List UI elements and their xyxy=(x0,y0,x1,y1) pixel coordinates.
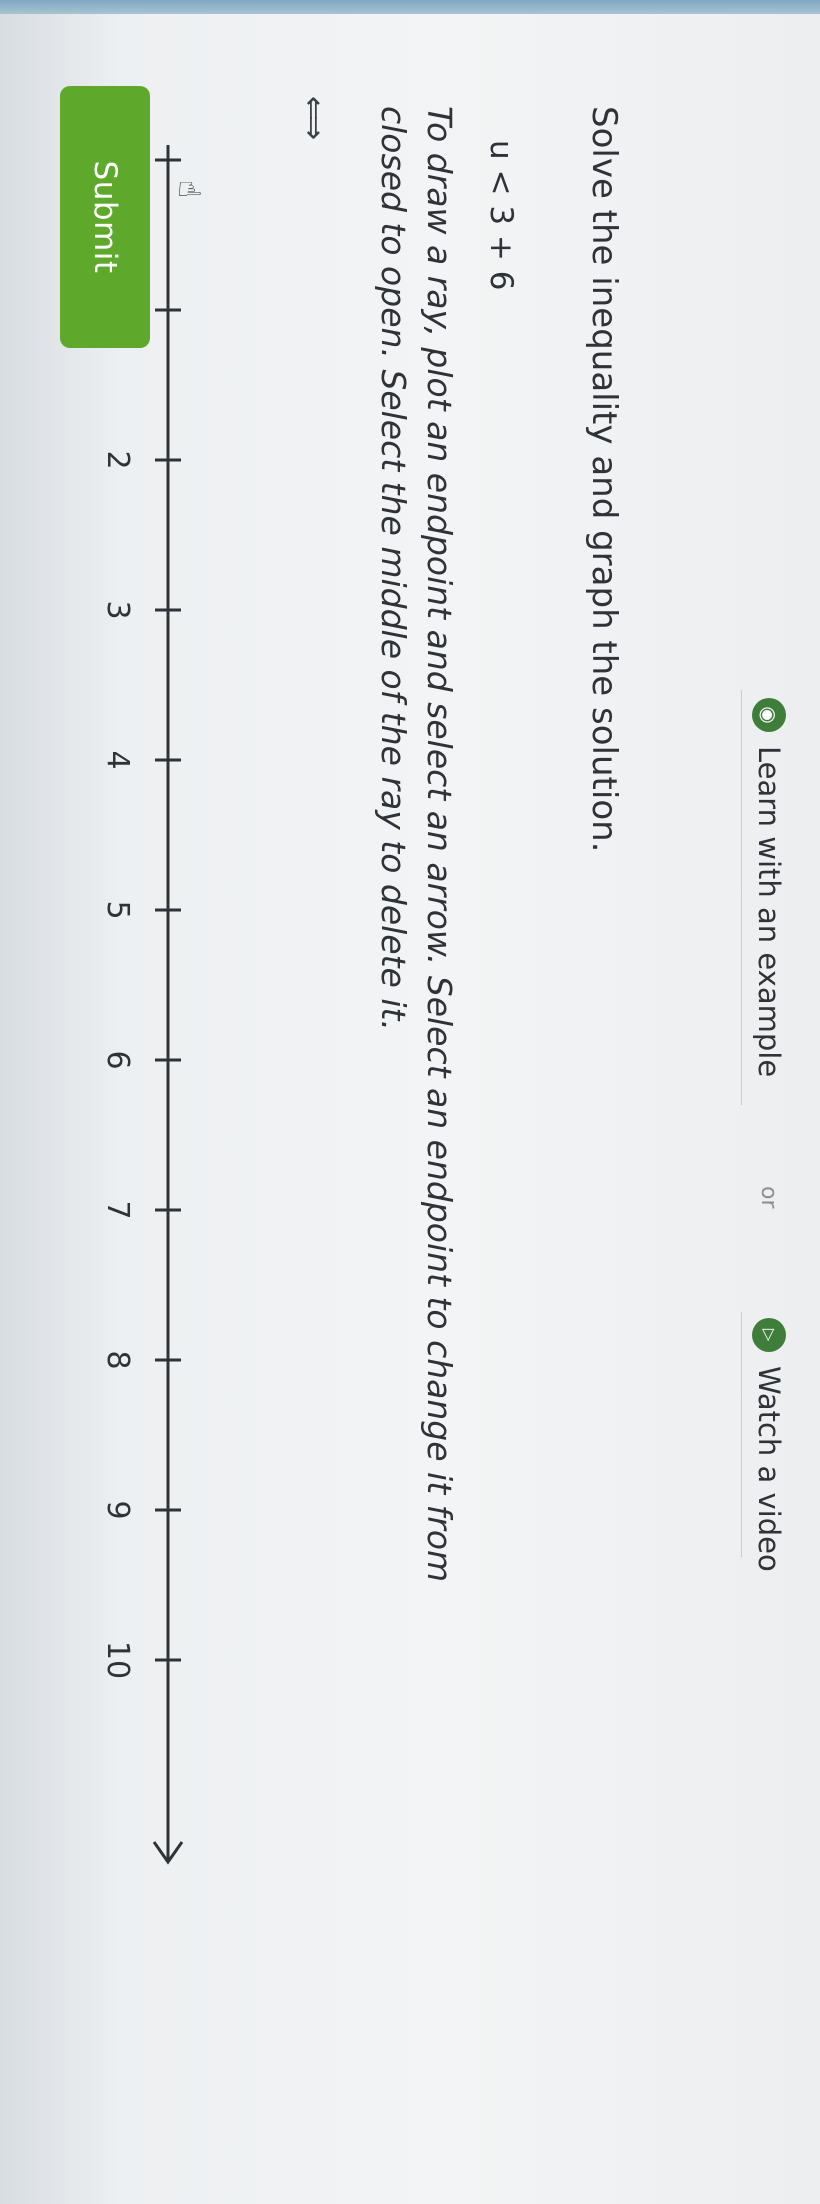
submit-button[interactable]: Submit xyxy=(60,86,150,348)
tick-label: 4 xyxy=(100,750,135,769)
problem-panel: ◉ Learn with an example or ▷ Watch a vid… xyxy=(0,0,820,2204)
tick-label: 5 xyxy=(100,900,135,919)
tick-label: 9 xyxy=(100,1500,135,1519)
tick-label: 6 xyxy=(100,1050,135,1069)
number-line-tick-labels: 012345678910 xyxy=(100,150,135,1679)
page: ◉ Learn with an example or ▷ Watch a vid… xyxy=(0,0,820,2204)
tick-label: 2 xyxy=(100,450,135,469)
tick-label: 7 xyxy=(100,1200,135,1219)
double-arrow-icon[interactable]: ⇐⇒ xyxy=(293,92,333,138)
tick-label: 10 xyxy=(100,1641,135,1679)
tick-label: 8 xyxy=(100,1350,135,1369)
tick-label: 3 xyxy=(100,600,135,619)
hand-pointer-icon: ☝ xyxy=(171,180,206,199)
